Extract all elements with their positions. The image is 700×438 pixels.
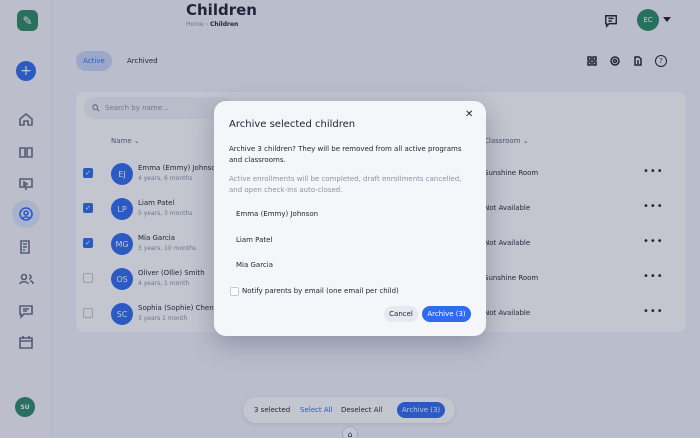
- archive-list-item: Emma (Emmy) Johnson: [236, 210, 319, 218]
- dialog-note: Active enrollments will be completed, dr…: [229, 175, 462, 194]
- archive-button[interactable]: Archive (3): [422, 306, 471, 322]
- notify-parents-label[interactable]: Notify parents by email (one email per c…: [242, 287, 399, 295]
- cancel-button[interactable]: Cancel: [384, 306, 418, 322]
- archive-list-item: Liam Patel: [236, 236, 273, 244]
- notify-parents-checkbox[interactable]: [230, 287, 239, 296]
- archive-dialog: Archive selected children ✕ Archive 3 ch…: [214, 101, 486, 336]
- dialog-title: Archive selected children: [229, 119, 356, 130]
- dialog-message: Archive 3 children? They will be removed…: [229, 145, 462, 164]
- close-icon[interactable]: ✕: [465, 109, 473, 120]
- archive-list-item: Mia Garcia: [236, 261, 274, 269]
